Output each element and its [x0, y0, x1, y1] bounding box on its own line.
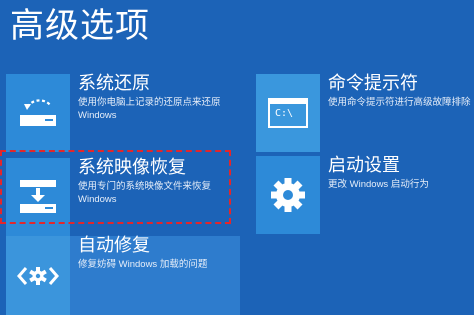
- system-restore-icon: [6, 74, 70, 152]
- tile-startup-settings-desc: 更改 Windows 启动行为: [328, 179, 429, 190]
- tile-system-restore-title: 系统还原: [78, 73, 150, 93]
- tile-startup-settings-title: 启动设置: [328, 155, 400, 175]
- repair-icon: [6, 236, 70, 315]
- highlight-selection-box: [0, 150, 231, 224]
- tile-command-prompt[interactable]: C:\ 命令提示符 使用命令提示符进行高级故障排除: [256, 73, 474, 152]
- tile-startup-repair-title: 自动修复: [78, 235, 150, 255]
- tile-system-restore[interactable]: 系统还原 使用你电脑上记录的还原点来还原 Windows: [6, 73, 238, 152]
- tile-command-prompt-title: 命令提示符: [328, 73, 418, 93]
- tile-startup-repair[interactable]: 自动修复 修复妨碍 Windows 加载的问题: [6, 235, 240, 315]
- command-prompt-icon-text: C:\: [275, 108, 294, 119]
- page-title: 高级选项: [10, 7, 150, 45]
- gear-icon: [256, 156, 320, 234]
- tile-command-prompt-desc: 使用命令提示符进行高级故障排除: [328, 97, 471, 108]
- tile-system-restore-desc: 使用你电脑上记录的还原点来还原 Windows: [78, 97, 221, 121]
- command-prompt-icon: C:\: [256, 74, 320, 152]
- tile-startup-settings[interactable]: 启动设置 更改 Windows 启动行为: [256, 155, 474, 234]
- tile-startup-repair-desc: 修复妨碍 Windows 加载的问题: [78, 259, 208, 270]
